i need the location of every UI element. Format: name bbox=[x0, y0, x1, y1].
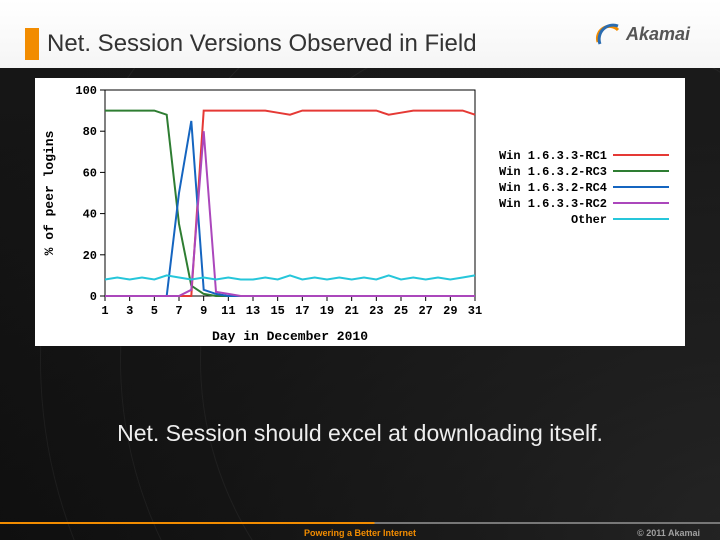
legend-label: Other bbox=[571, 213, 607, 227]
x-tick-label: 17 bbox=[295, 304, 309, 318]
title-accent-block bbox=[25, 28, 39, 60]
x-tick-label: 21 bbox=[344, 304, 358, 318]
x-tick-label: 11 bbox=[221, 304, 235, 318]
brand-name: Akamai bbox=[626, 24, 690, 45]
x-tick-label: 19 bbox=[320, 304, 334, 318]
footer: Powering a Better Internet © 2011 Akamai bbox=[0, 505, 720, 540]
slide-title: Net. Session Versions Observed in Field bbox=[47, 30, 477, 58]
brand-logo: Akamai bbox=[594, 20, 690, 48]
x-tick-label: 7 bbox=[175, 304, 182, 318]
legend-label: Win 1.6.3.2-RC4 bbox=[499, 181, 607, 195]
y-tick-label: 20 bbox=[83, 249, 97, 263]
chart-container: 020406080100135791113151719212325272931D… bbox=[35, 78, 685, 346]
x-tick-label: 1 bbox=[101, 304, 108, 318]
y-tick-label: 60 bbox=[83, 166, 97, 180]
line-chart: 020406080100135791113151719212325272931D… bbox=[35, 78, 685, 346]
legend-label: Win 1.6.3.3-RC1 bbox=[499, 149, 607, 163]
slide-subtitle: Net. Session should excel at downloading… bbox=[0, 420, 720, 447]
footer-divider bbox=[0, 522, 720, 524]
legend-label: Win 1.6.3.3-RC2 bbox=[499, 197, 607, 211]
x-tick-label: 31 bbox=[468, 304, 482, 318]
x-axis-label: Day in December 2010 bbox=[212, 329, 368, 344]
y-tick-label: 0 bbox=[90, 290, 97, 304]
footer-copyright: © 2011 Akamai bbox=[637, 528, 700, 538]
x-tick-label: 29 bbox=[443, 304, 457, 318]
y-tick-label: 80 bbox=[83, 125, 97, 139]
legend-label: Win 1.6.3.2-RC3 bbox=[499, 165, 607, 179]
x-tick-label: 5 bbox=[151, 304, 158, 318]
footer-tagline: Powering a Better Internet bbox=[0, 528, 720, 538]
wave-icon bbox=[594, 20, 622, 48]
y-axis-label: % of peer logins bbox=[42, 130, 57, 255]
y-tick-label: 40 bbox=[83, 208, 97, 222]
x-tick-label: 9 bbox=[200, 304, 207, 318]
slide: Net. Session Versions Observed in Field … bbox=[0, 0, 720, 540]
x-tick-label: 23 bbox=[369, 304, 383, 318]
x-tick-label: 13 bbox=[246, 304, 260, 318]
x-tick-label: 15 bbox=[270, 304, 284, 318]
x-tick-label: 27 bbox=[418, 304, 432, 318]
x-tick-label: 25 bbox=[394, 304, 408, 318]
y-tick-label: 100 bbox=[75, 84, 97, 98]
x-tick-label: 3 bbox=[126, 304, 133, 318]
